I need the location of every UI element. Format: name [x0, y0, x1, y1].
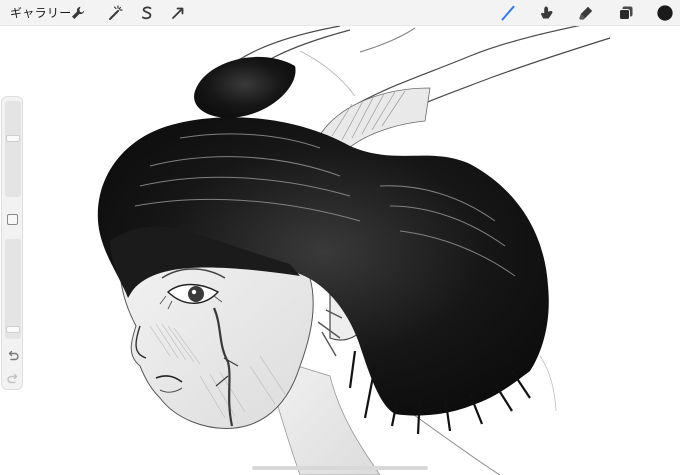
undo-icon[interactable]	[6, 349, 20, 363]
eraser-icon[interactable]	[576, 3, 596, 23]
redo-icon[interactable]	[6, 372, 20, 386]
selection-icon[interactable]	[137, 3, 157, 23]
brush-size-slider[interactable]	[5, 101, 21, 197]
top-toolbar: ギャラリー	[0, 0, 680, 26]
smudge-icon[interactable]	[537, 3, 557, 23]
gallery-button[interactable]: ギャラリー	[10, 5, 72, 21]
color-swatch[interactable]	[655, 3, 675, 23]
brush-size-knob[interactable]	[6, 135, 20, 143]
layers-icon[interactable]	[616, 3, 636, 23]
transform-arrow-icon[interactable]	[168, 3, 188, 23]
magic-wand-icon[interactable]	[105, 3, 125, 23]
drawing-canvas[interactable]	[0, 26, 680, 475]
sketch-artwork	[97, 26, 611, 475]
left-sidebar	[1, 96, 23, 390]
brush-opacity-knob[interactable]	[6, 326, 20, 334]
brush-icon[interactable]	[498, 3, 518, 23]
home-indicator	[252, 466, 428, 470]
wrench-icon[interactable]	[68, 3, 88, 23]
brush-opacity-slider[interactable]	[5, 239, 21, 339]
modify-button-icon[interactable]	[7, 214, 18, 225]
